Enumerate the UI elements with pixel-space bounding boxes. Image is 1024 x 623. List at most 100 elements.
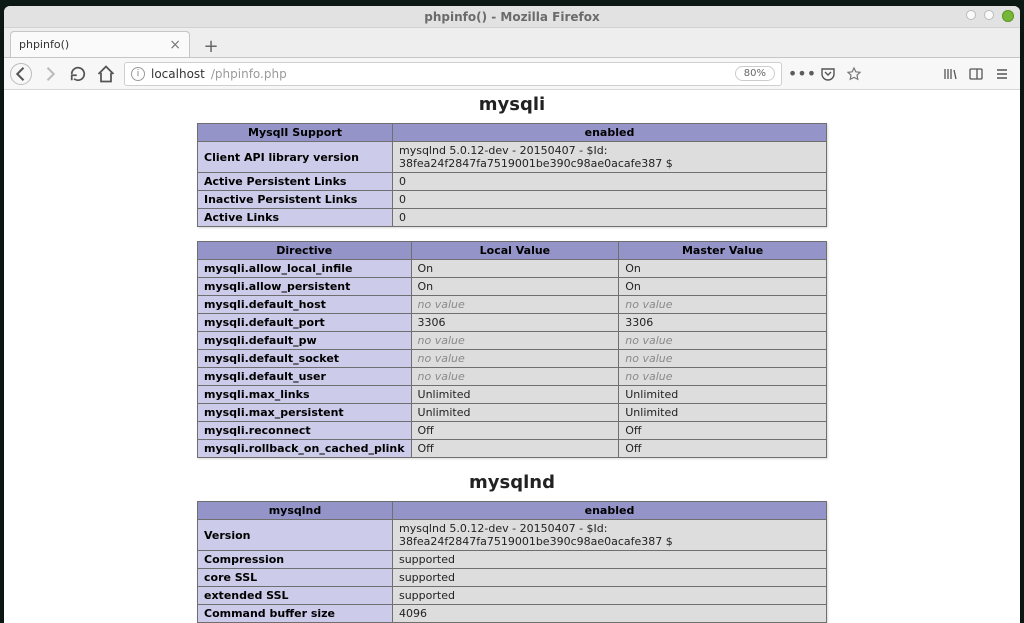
master-value: 3306: [619, 314, 827, 332]
table-header: enabled: [392, 502, 826, 520]
property-name: Command buffer size: [198, 605, 393, 623]
close-tab-icon[interactable]: ×: [169, 37, 181, 53]
sidebar-icon[interactable]: [968, 66, 984, 82]
mysqlnd-support-table: mysqlnd enabled Versionmysqlnd 5.0.12-de…: [197, 501, 827, 623]
master-value: Unlimited: [619, 386, 827, 404]
table-header: mysqlnd: [198, 502, 393, 520]
back-button[interactable]: [10, 63, 32, 85]
table-row: mysqli.default_port33063306: [198, 314, 827, 332]
table-row: Compressionsupported: [198, 551, 827, 569]
directive-name: mysqli.default_user: [198, 368, 412, 386]
table-row: Command buffer size4096: [198, 605, 827, 623]
page-content[interactable]: mysqli MysqlI Support enabled Client API…: [4, 90, 1020, 623]
master-value: no value: [619, 368, 827, 386]
firefox-window: phpinfo() - Mozilla Firefox phpinfo() × …: [4, 6, 1020, 623]
table-header: MysqlI Support: [198, 124, 393, 142]
url-path: /phpinfo.php: [211, 67, 287, 81]
property-value: supported: [392, 569, 826, 587]
property-name: Active Links: [198, 209, 393, 227]
property-value: mysqlnd 5.0.12-dev - 20150407 - $Id: 38f…: [392, 520, 826, 551]
property-name: core SSL: [198, 569, 393, 587]
home-button[interactable]: [96, 64, 116, 84]
table-row: extended SSLsupported: [198, 587, 827, 605]
url-host: localhost: [151, 67, 205, 81]
zoom-badge[interactable]: 80%: [735, 66, 775, 81]
nav-toolbar: i localhost/phpinfo.php 80% •••: [4, 58, 1020, 90]
close-window-button[interactable]: [1002, 10, 1014, 22]
directive-name: mysqli.max_links: [198, 386, 412, 404]
url-bar[interactable]: i localhost/phpinfo.php 80%: [124, 62, 782, 86]
section-heading-mysqli: mysqli: [197, 94, 827, 115]
table-row: Inactive Persistent Links0: [198, 191, 827, 209]
directive-name: mysqli.rollback_on_cached_plink: [198, 440, 412, 458]
property-value: 4096: [392, 605, 826, 623]
local-value: 3306: [411, 314, 619, 332]
property-value: 0: [392, 191, 826, 209]
pocket-icon[interactable]: [820, 66, 836, 82]
directive-name: mysqli.allow_persistent: [198, 278, 412, 296]
maximize-button[interactable]: [984, 10, 994, 20]
table-row: core SSLsupported: [198, 569, 827, 587]
master-value: On: [619, 260, 827, 278]
property-value: 0: [392, 209, 826, 227]
table-row: mysqli.max_persistentUnlimitedUnlimited: [198, 404, 827, 422]
library-icon[interactable]: [942, 66, 958, 82]
mysqli-directives-table: Directive Local Value Master Value mysql…: [197, 241, 827, 458]
table-row: mysqli.reconnectOffOff: [198, 422, 827, 440]
new-tab-button[interactable]: +: [200, 35, 222, 57]
more-actions-icon[interactable]: •••: [794, 66, 810, 82]
bookmark-star-icon[interactable]: [846, 66, 862, 82]
minimize-button[interactable]: [966, 10, 976, 20]
site-info-icon[interactable]: i: [131, 67, 145, 81]
table-header: Master Value: [619, 242, 827, 260]
local-value: no value: [411, 350, 619, 368]
tab-title: phpinfo(): [19, 38, 69, 51]
directive-name: mysqli.allow_local_infile: [198, 260, 412, 278]
table-row: mysqli.allow_local_infileOnOn: [198, 260, 827, 278]
master-value: no value: [619, 350, 827, 368]
property-value: supported: [392, 587, 826, 605]
forward-button[interactable]: [40, 64, 60, 84]
local-value: no value: [411, 368, 619, 386]
property-value: mysqlnd 5.0.12-dev - 20150407 - $Id: 38f…: [392, 142, 826, 173]
property-name: Client API library version: [198, 142, 393, 173]
property-value: 0: [392, 173, 826, 191]
table-row: mysqli.rollback_on_cached_plinkOffOff: [198, 440, 827, 458]
window-title: phpinfo() - Mozilla Firefox: [424, 10, 600, 24]
property-name: Active Persistent Links: [198, 173, 393, 191]
local-value: Off: [411, 422, 619, 440]
table-row: Versionmysqlnd 5.0.12-dev - 20150407 - $…: [198, 520, 827, 551]
master-value: Off: [619, 422, 827, 440]
master-value: On: [619, 278, 827, 296]
local-value: Off: [411, 440, 619, 458]
local-value: Unlimited: [411, 404, 619, 422]
table-row: mysqli.default_hostno valueno value: [198, 296, 827, 314]
directive-name: mysqli.max_persistent: [198, 404, 412, 422]
table-row: mysqli.allow_persistentOnOn: [198, 278, 827, 296]
table-header: Local Value: [411, 242, 619, 260]
local-value: On: [411, 278, 619, 296]
table-row: mysqli.max_linksUnlimitedUnlimited: [198, 386, 827, 404]
table-row: mysqli.default_socketno valueno value: [198, 350, 827, 368]
directive-name: mysqli.reconnect: [198, 422, 412, 440]
property-name: extended SSL: [198, 587, 393, 605]
mysqli-support-table: MysqlI Support enabled Client API librar…: [197, 123, 827, 227]
table-row: Active Links0: [198, 209, 827, 227]
local-value: no value: [411, 332, 619, 350]
section-heading-mysqlnd: mysqlnd: [197, 472, 827, 493]
table-row: mysqli.default_pwno valueno value: [198, 332, 827, 350]
browser-tab[interactable]: phpinfo() ×: [10, 31, 190, 57]
property-name: Version: [198, 520, 393, 551]
table-header: Directive: [198, 242, 412, 260]
property-name: Inactive Persistent Links: [198, 191, 393, 209]
local-value: On: [411, 260, 619, 278]
local-value: Unlimited: [411, 386, 619, 404]
master-value: no value: [619, 332, 827, 350]
menu-icon[interactable]: [994, 66, 1010, 82]
reload-button[interactable]: [68, 64, 88, 84]
table-header: enabled: [392, 124, 826, 142]
master-value: Off: [619, 440, 827, 458]
table-row: mysqli.default_userno valueno value: [198, 368, 827, 386]
window-titlebar[interactable]: phpinfo() - Mozilla Firefox: [4, 6, 1020, 28]
property-name: Compression: [198, 551, 393, 569]
